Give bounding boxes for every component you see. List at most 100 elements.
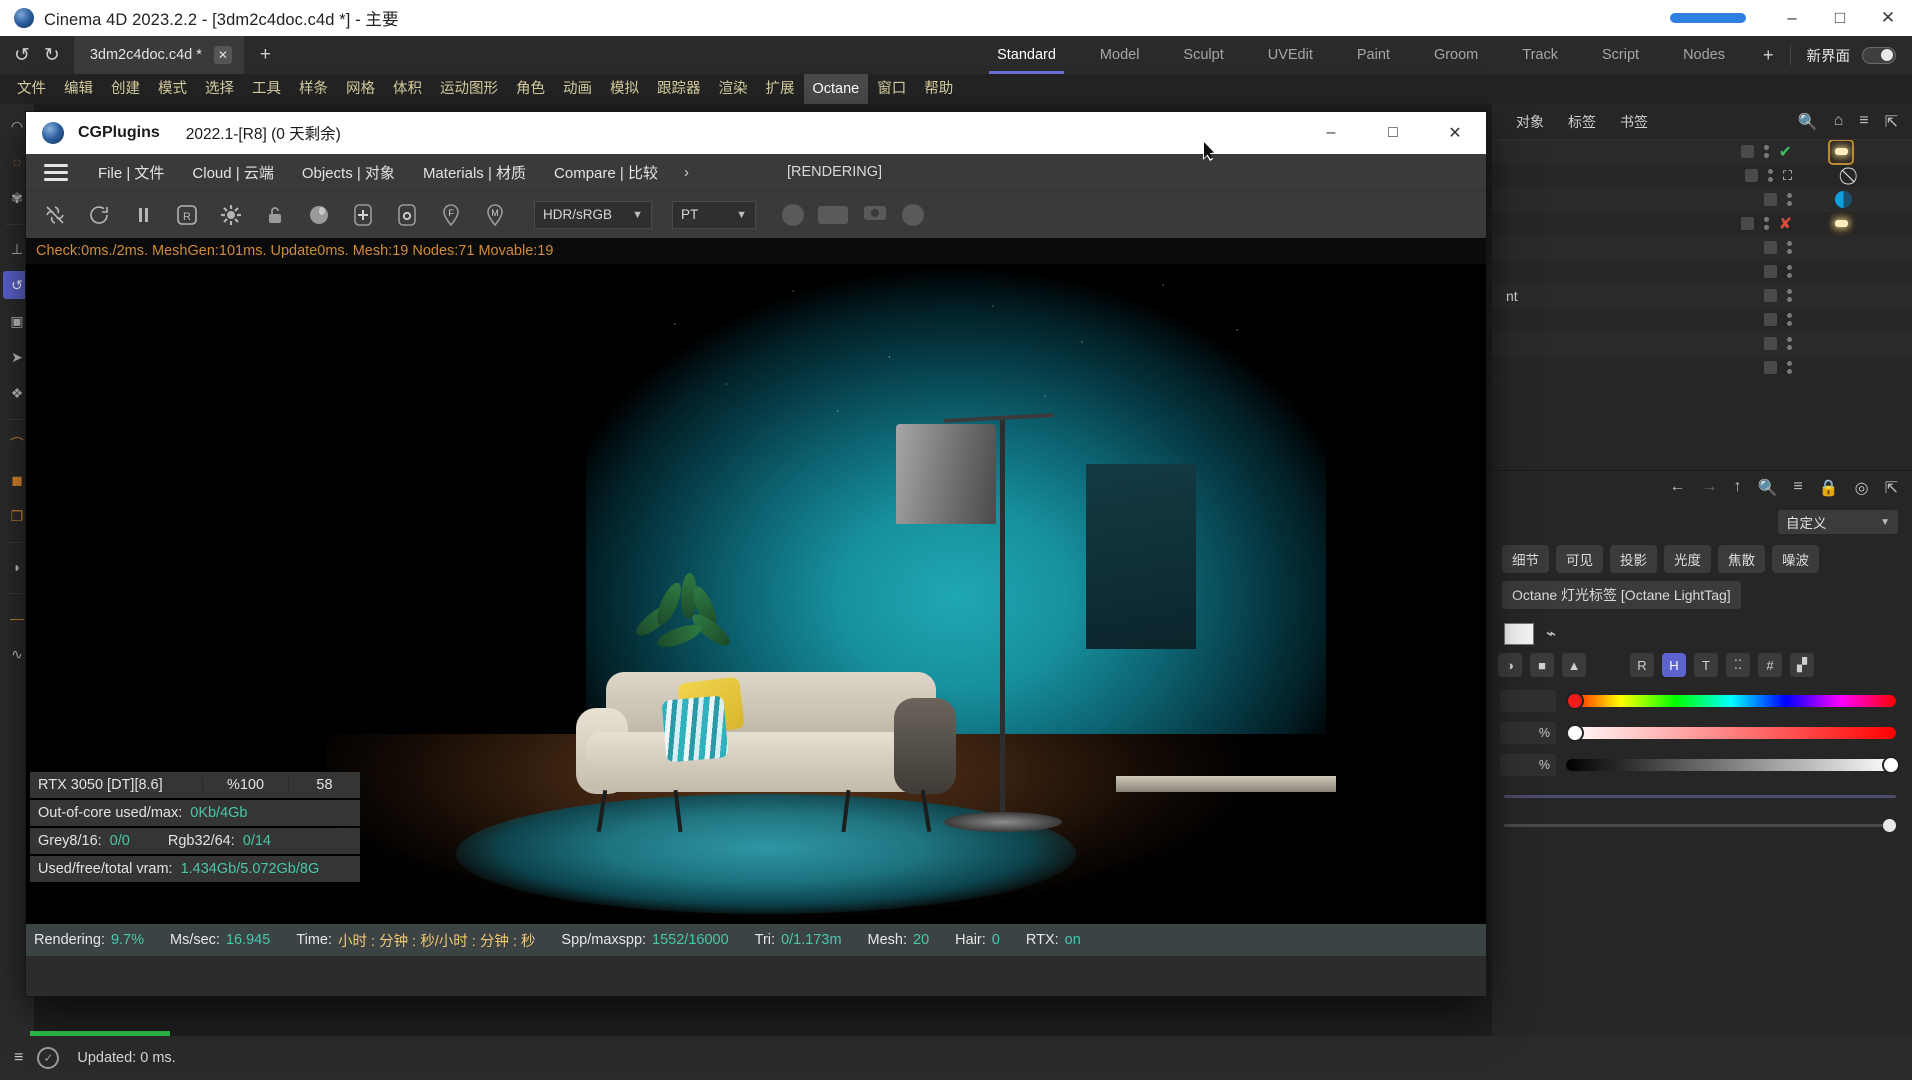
- menu-create[interactable]: 创建: [102, 74, 149, 104]
- menu-tracker[interactable]: 跟踪器: [648, 74, 710, 104]
- search-icon[interactable]: 🔍: [1757, 478, 1777, 498]
- mode-temperature-button[interactable]: T: [1694, 653, 1718, 677]
- menu-volume[interactable]: 体积: [384, 74, 431, 104]
- image-icon[interactable]: ▲: [1562, 653, 1586, 677]
- preset-dropdown[interactable]: 自定义 ▼: [1778, 510, 1898, 534]
- mode-hex-button[interactable]: #: [1758, 653, 1782, 677]
- visibility-dots-icon[interactable]: [1787, 361, 1792, 374]
- circle-icon[interactable]: [902, 203, 924, 226]
- visibility-checkbox[interactable]: [1740, 217, 1754, 230]
- menu-edit[interactable]: 编辑: [55, 74, 102, 104]
- table-row[interactable]: ⛶ ⃠: [1492, 164, 1912, 188]
- document-tab[interactable]: 3dm2c4doc.c4d * ✕: [73, 36, 244, 74]
- tab-caustics[interactable]: 焦散: [1718, 545, 1765, 573]
- minimize-button[interactable]: –: [1768, 0, 1816, 36]
- visibility-dots-icon[interactable]: [1787, 313, 1792, 326]
- open-external-icon[interactable]: ⇱: [1885, 112, 1898, 132]
- add-layout-button[interactable]: +: [1747, 45, 1790, 66]
- cgplugins-titlebar[interactable]: CGPlugins 2022.1-[R8] (0 天剩余) – □ ✕: [26, 112, 1486, 154]
- new-tab-button[interactable]: +: [244, 44, 287, 66]
- tab-paint[interactable]: Paint: [1335, 36, 1412, 74]
- pause-render-icon[interactable]: [124, 196, 162, 234]
- gradient-circle-icon[interactable]: ◑: [1498, 653, 1522, 677]
- menu-mograph[interactable]: 运动图形: [431, 74, 507, 104]
- power-slider[interactable]: [1504, 795, 1896, 798]
- region-render-icon[interactable]: R: [168, 196, 206, 234]
- kernel-dropdown[interactable]: PT ▼: [672, 200, 756, 229]
- visibility-checkbox[interactable]: [1764, 241, 1777, 254]
- menu-help[interactable]: 帮助: [915, 74, 962, 104]
- tab-groom[interactable]: Groom: [1412, 36, 1500, 74]
- object-list[interactable]: ✔ ⛶ ⃠: [1492, 140, 1912, 470]
- visibility-checkbox[interactable]: [1764, 337, 1777, 350]
- rect-preview-icon[interactable]: [818, 205, 848, 224]
- menu-window[interactable]: 窗口: [868, 74, 915, 104]
- menu-objects[interactable]: Objects | 对象: [288, 162, 409, 183]
- redo-icon[interactable]: ↻: [44, 44, 60, 67]
- visibility-checkbox[interactable]: [1744, 169, 1758, 182]
- tab-sculpt[interactable]: Sculpt: [1161, 36, 1245, 74]
- object-node-icon[interactable]: [388, 196, 426, 234]
- menu-icon[interactable]: [44, 163, 68, 181]
- eyedropper-icon[interactable]: ⌁: [1546, 624, 1556, 644]
- settings-gear-icon[interactable]: [212, 196, 250, 234]
- visibility-dots-icon[interactable]: [1787, 289, 1792, 302]
- close-icon[interactable]: ✕: [213, 46, 232, 64]
- om-tab-tags[interactable]: 标签: [1556, 112, 1608, 132]
- menu-mesh[interactable]: 网格: [337, 74, 384, 104]
- material-pin-icon[interactable]: M: [476, 196, 514, 234]
- opacity-slider[interactable]: [1504, 819, 1896, 832]
- tab-photometric[interactable]: 光度: [1664, 545, 1711, 573]
- visibility-checkbox[interactable]: [1764, 313, 1777, 326]
- halfcircle-tag-icon[interactable]: [1835, 191, 1852, 208]
- table-row[interactable]: nt: [1492, 284, 1912, 308]
- filter-icon[interactable]: ≡: [1793, 478, 1802, 498]
- visibility-checkbox[interactable]: [1764, 289, 1777, 302]
- menu-tools[interactable]: 工具: [243, 74, 290, 104]
- light-tag-icon[interactable]: [1828, 140, 1854, 165]
- tab-model[interactable]: Model: [1078, 36, 1162, 74]
- sphere-preview-icon[interactable]: [782, 203, 804, 226]
- visibility-checkbox[interactable]: [1740, 145, 1754, 158]
- table-row[interactable]: ✔: [1492, 140, 1912, 165]
- back-arrow-icon[interactable]: ←: [1669, 478, 1685, 498]
- colorspace-dropdown[interactable]: HDR/sRGB ▼: [534, 200, 652, 229]
- tab-noise[interactable]: 噪波: [1772, 545, 1819, 573]
- color-swatch[interactable]: [1504, 623, 1534, 645]
- expand-icon[interactable]: ⛶: [1783, 168, 1792, 184]
- menu-select[interactable]: 选择: [196, 74, 243, 104]
- menu-render[interactable]: 渲染: [710, 74, 757, 104]
- new-ui-toggle[interactable]: [1862, 46, 1896, 64]
- menu-animate[interactable]: 动画: [554, 74, 601, 104]
- tab-visibility[interactable]: 可见: [1556, 545, 1603, 573]
- home-icon[interactable]: ⌂: [1834, 112, 1844, 132]
- visibility-dots-icon[interactable]: [1787, 337, 1792, 350]
- menu-simulate[interactable]: 模拟: [601, 74, 648, 104]
- visibility-checkbox[interactable]: [1764, 265, 1777, 278]
- table-row[interactable]: [1492, 188, 1912, 212]
- focus-pin-icon[interactable]: F: [432, 196, 470, 234]
- visibility-dots-icon[interactable]: [1767, 169, 1773, 182]
- light-tag-icon[interactable]: [1830, 212, 1852, 235]
- close-button[interactable]: ✕: [1864, 0, 1912, 36]
- table-row[interactable]: [1492, 260, 1912, 284]
- search-icon[interactable]: 🔍: [1798, 112, 1818, 132]
- value-value-field[interactable]: %: [1500, 754, 1556, 776]
- visibility-dots-icon[interactable]: [1763, 145, 1769, 158]
- render-viewport[interactable]: RTX 3050 [DT][8.6] %100 58 Out-of-core u…: [26, 264, 1486, 924]
- table-row[interactable]: [1492, 356, 1912, 380]
- up-arrow-icon[interactable]: ↑: [1733, 478, 1741, 498]
- hue-value-field[interactable]: [1500, 690, 1556, 712]
- saturation-slider[interactable]: [1566, 724, 1896, 742]
- mode-swatches-button[interactable]: ▞: [1790, 653, 1814, 677]
- menu-icon[interactable]: ≡: [0, 1049, 37, 1067]
- menu-mode[interactable]: 模式: [149, 74, 196, 104]
- hue-slider[interactable]: [1566, 692, 1896, 710]
- tab-uvedit[interactable]: UVEdit: [1246, 36, 1335, 74]
- open-external-icon[interactable]: ⇱: [1885, 478, 1898, 498]
- camera-icon[interactable]: [862, 202, 888, 227]
- maximize-button[interactable]: □: [1816, 0, 1864, 36]
- visibility-dots-icon[interactable]: [1787, 241, 1792, 254]
- chevron-right-icon[interactable]: ›: [672, 164, 701, 181]
- target-icon[interactable]: ◎: [1855, 478, 1869, 498]
